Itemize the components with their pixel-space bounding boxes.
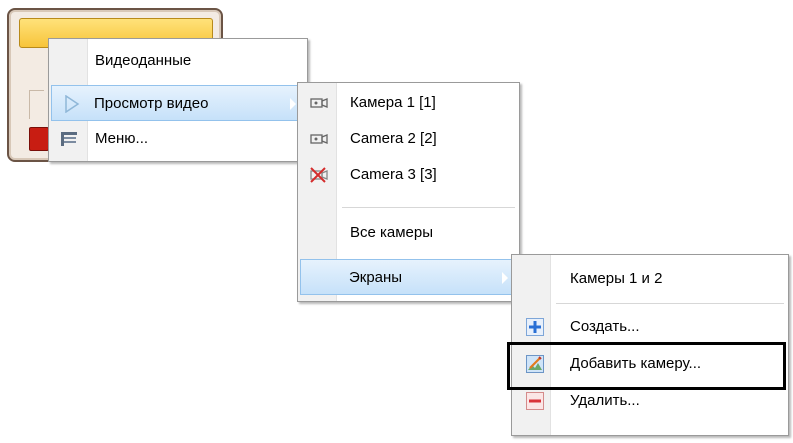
menu-item-label: Удалить... (570, 392, 640, 409)
menu-item-label: Видеоданные (95, 52, 192, 69)
highlight-box (507, 342, 786, 390)
widget-red-button[interactable] (29, 127, 49, 151)
camera-disabled-icon (308, 166, 328, 184)
menu-item-menu[interactable]: Меню... (51, 121, 305, 157)
menu-item-label: Экраны (349, 269, 403, 286)
menu-separator (342, 207, 515, 208)
menu-item-all-cameras[interactable]: Все камеры (300, 215, 517, 251)
menu-item-camera-2[interactable]: Camera 2 [2] (300, 121, 517, 157)
plus-icon (526, 318, 544, 336)
menu-separator (556, 303, 784, 304)
menu-item-create[interactable]: Создать... (514, 309, 786, 345)
menu-item-cameras-1-2[interactable]: Камеры 1 и 2 (514, 261, 786, 297)
menu-item-label: Просмотр видео (94, 95, 209, 112)
context-menu: Видеоданные Просмотр видео Меню... (48, 38, 308, 162)
menu-item-camera-1[interactable]: Камера 1 [1] (300, 85, 517, 121)
submenu-video: Камера 1 [1] Camera 2 [2] Camera 3 [3] В… (297, 82, 520, 302)
menu-item-label: Все камеры (350, 224, 434, 241)
menu-item-label: Camera 3 [3] (350, 166, 437, 183)
menu-item-screens[interactable]: Экраны (300, 259, 517, 295)
menu-item-view-video[interactable]: Просмотр видео (51, 85, 305, 121)
menu-item-label: Camera 2 [2] (350, 130, 437, 147)
submenu-arrow-icon (290, 98, 296, 110)
submenu-arrow-icon (502, 272, 508, 284)
widget-divider (29, 90, 44, 119)
menu-item-label: Камера 1 [1] (350, 94, 436, 111)
camera-icon (308, 94, 328, 112)
camera-icon (308, 130, 328, 148)
menu-item-label: Камеры 1 и 2 (570, 270, 663, 287)
menu-item-label: Создать... (570, 318, 640, 335)
menu-item-label: Меню... (95, 130, 149, 147)
menu-item-videodata[interactable]: Видеоданные (51, 43, 305, 79)
play-triangle-icon (63, 94, 81, 114)
menu-icon (60, 130, 78, 148)
minus-icon (526, 392, 544, 410)
menu-item-camera-3[interactable]: Camera 3 [3] (300, 157, 517, 193)
